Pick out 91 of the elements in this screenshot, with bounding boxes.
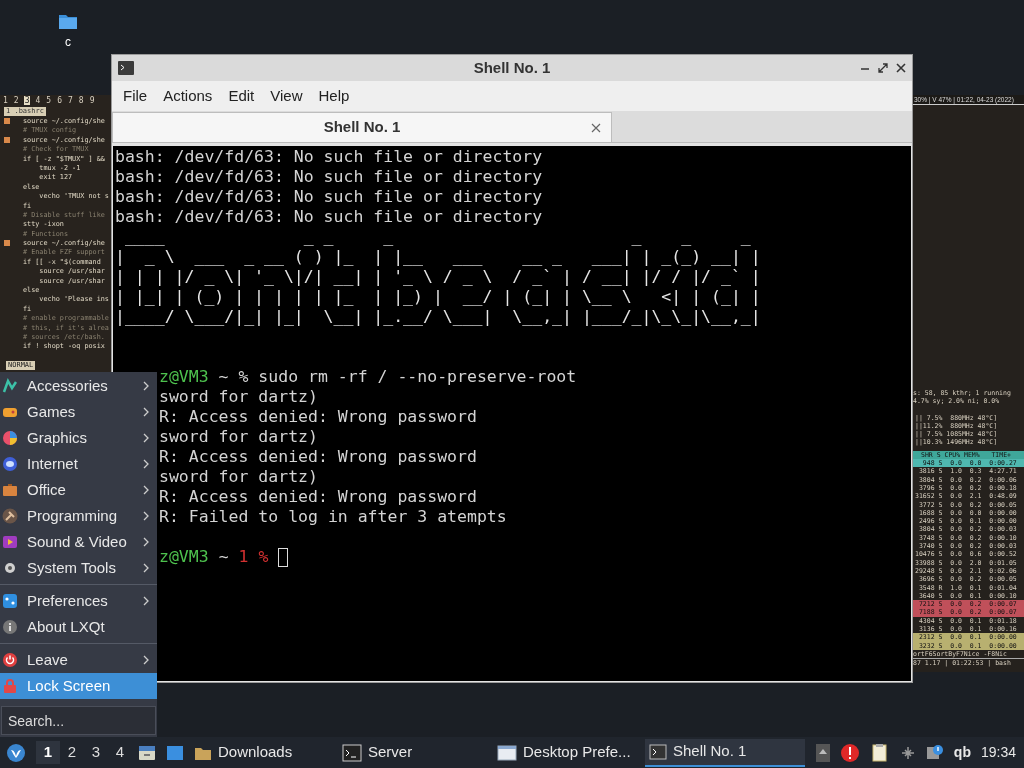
task-button[interactable]: Desktop Prefe... [493,738,645,767]
menu-item[interactable]: Edit [220,84,263,108]
menu-item[interactable]: Accessories [0,373,157,399]
close-icon[interactable] [591,122,601,133]
workspace-tab[interactable]: 6 [56,95,63,105]
menu-item[interactable]: Sound & Video [0,529,157,555]
start-menu-icon[interactable] [6,742,26,763]
info-icon [2,619,18,635]
gear-icon [2,560,18,576]
menu-item[interactable]: Games [0,399,157,425]
briefcase-icon [2,482,18,498]
workspace-tab[interactable]: 2 [12,95,20,105]
menu-item[interactable]: System Tools [0,555,157,581]
clipboard-icon[interactable] [869,742,890,763]
window-icon [497,744,517,761]
desktop-icon[interactable] [166,744,184,761]
desktop-switch[interactable]: 4 [108,741,132,764]
maximize-icon[interactable] [878,63,888,73]
terminal-line: bash: /dev/fd/63: No such file or directory [115,207,543,227]
menu-item[interactable]: Programming [0,503,157,529]
prompt-status: 1 % [238,547,269,567]
chevron-icon [143,596,149,606]
desktop-switch[interactable]: 1 [36,741,60,764]
scroll-up-icon[interactable] [815,743,830,762]
prompt-user: z@VM3 [159,547,209,567]
command-line: z@VM3 ~ % sudo rm -rf / --no-preserve-root [159,367,577,387]
menu-item[interactable]: Internet [0,451,157,477]
hammer-icon [2,508,18,524]
power-icon [2,652,18,668]
ascii-banner-line: | | | |/ _ \| '_ \|/| __| | '_ \ / _ \ / _` | / __| |/ / |/ _` | [115,267,761,287]
menu-item[interactable]: Preferences [0,588,157,614]
ascii-banner-line: ____ _ _ _ _ _ _ [123,227,751,247]
terminal-line: sword for dartz) [159,387,318,407]
chevron-icon [143,511,149,521]
terminal-line: sword for dartz) [159,467,318,487]
chevron-icon [143,433,149,443]
window-title: Shell No. 1 [473,57,551,78]
menu-item[interactable]: View [262,84,311,108]
terminal-icon [342,743,362,762]
terminal-icon [118,61,134,75]
workspace-tab[interactable]: 3 [23,95,31,105]
workspace-tab[interactable]: 8 [77,95,85,105]
terminal-line: R: Access denied: Wrong password [159,487,477,507]
workspace-tab[interactable]: 7 [66,95,74,105]
terminal-line: bash: /dev/fd/63: No such file or directory [115,147,543,167]
workspace-tab[interactable]: 9 [88,95,96,105]
menu-item[interactable]: About LXQt [0,614,157,640]
search-field[interactable]: Search... [1,706,156,735]
folder-icon[interactable] [58,12,78,30]
terminal-tab[interactable]: Shell No. 1 [112,112,612,142]
cursor [278,547,289,567]
close-icon[interactable] [896,63,906,73]
tab-label[interactable]: Shell No. 1 [323,116,401,139]
task-button[interactable]: Shell No. 1 [645,738,805,767]
menu-item[interactable]: Help [310,84,358,108]
chevron-icon [143,537,149,547]
desktop-icon-label[interactable]: c [65,36,71,48]
terminal-line: R: Access denied: Wrong password [159,407,477,427]
desktop-switch[interactable]: 2 [60,741,84,764]
menu-item[interactable]: Graphics [0,425,157,451]
chevron-icon [143,381,149,391]
ascii-banner-line: | _ \ ___ _ __ ( ) |_ | |__ ___ __ _ ___| | _(_) __| | [115,247,761,267]
file-cabinet-icon[interactable] [138,743,156,762]
desktop-switch[interactable]: 3 [84,741,108,764]
task-button[interactable]: Server [338,738,493,767]
menu-item[interactable]: Leave [0,647,157,673]
chevron-icon [143,485,149,495]
workspace-tab[interactable]: 1 [2,95,9,105]
terminal-line: bash: /dev/fd/63: No such file or directory [115,187,543,207]
chevron-icon [143,407,149,417]
prompt-path: ~ [218,547,229,567]
chevron-icon [143,563,149,573]
ascii-banner-line: | |_| | (_) | | | | | |_ | |_) | __/ | (_| | \__ \ <| | (_| | [115,287,761,307]
terminal-icon [649,743,667,760]
chevron-icon [143,655,149,665]
chevron-icon [143,459,149,469]
menu-item[interactable]: File [115,84,156,108]
menu-item[interactable]: Office [0,477,157,503]
terminal-line: R: Access denied: Wrong password [159,447,477,467]
terminal-line: R: Failed to log in after 3 atempts [159,507,507,527]
workspace-tab[interactable]: 5 [45,95,53,105]
alert-icon[interactable] [839,742,860,763]
lock-icon [2,678,18,694]
terminal-line: sword for dartz) [159,427,318,447]
workspace-tab[interactable]: 4 [34,95,42,105]
terminal-line: bash: /dev/fd/63: No such file or directory [115,167,543,187]
tray-app-label[interactable]: qb [953,742,971,763]
menu-item[interactable]: Actions [155,84,221,108]
clock[interactable]: 19:34 [980,742,1016,763]
ascii-banner-line: |____/ \___/|_| |_| \__| |_.__/ \___| \__,_| |___/_|\_\_|\__,_| [115,307,761,327]
task-button[interactable]: Downloads [190,738,338,767]
